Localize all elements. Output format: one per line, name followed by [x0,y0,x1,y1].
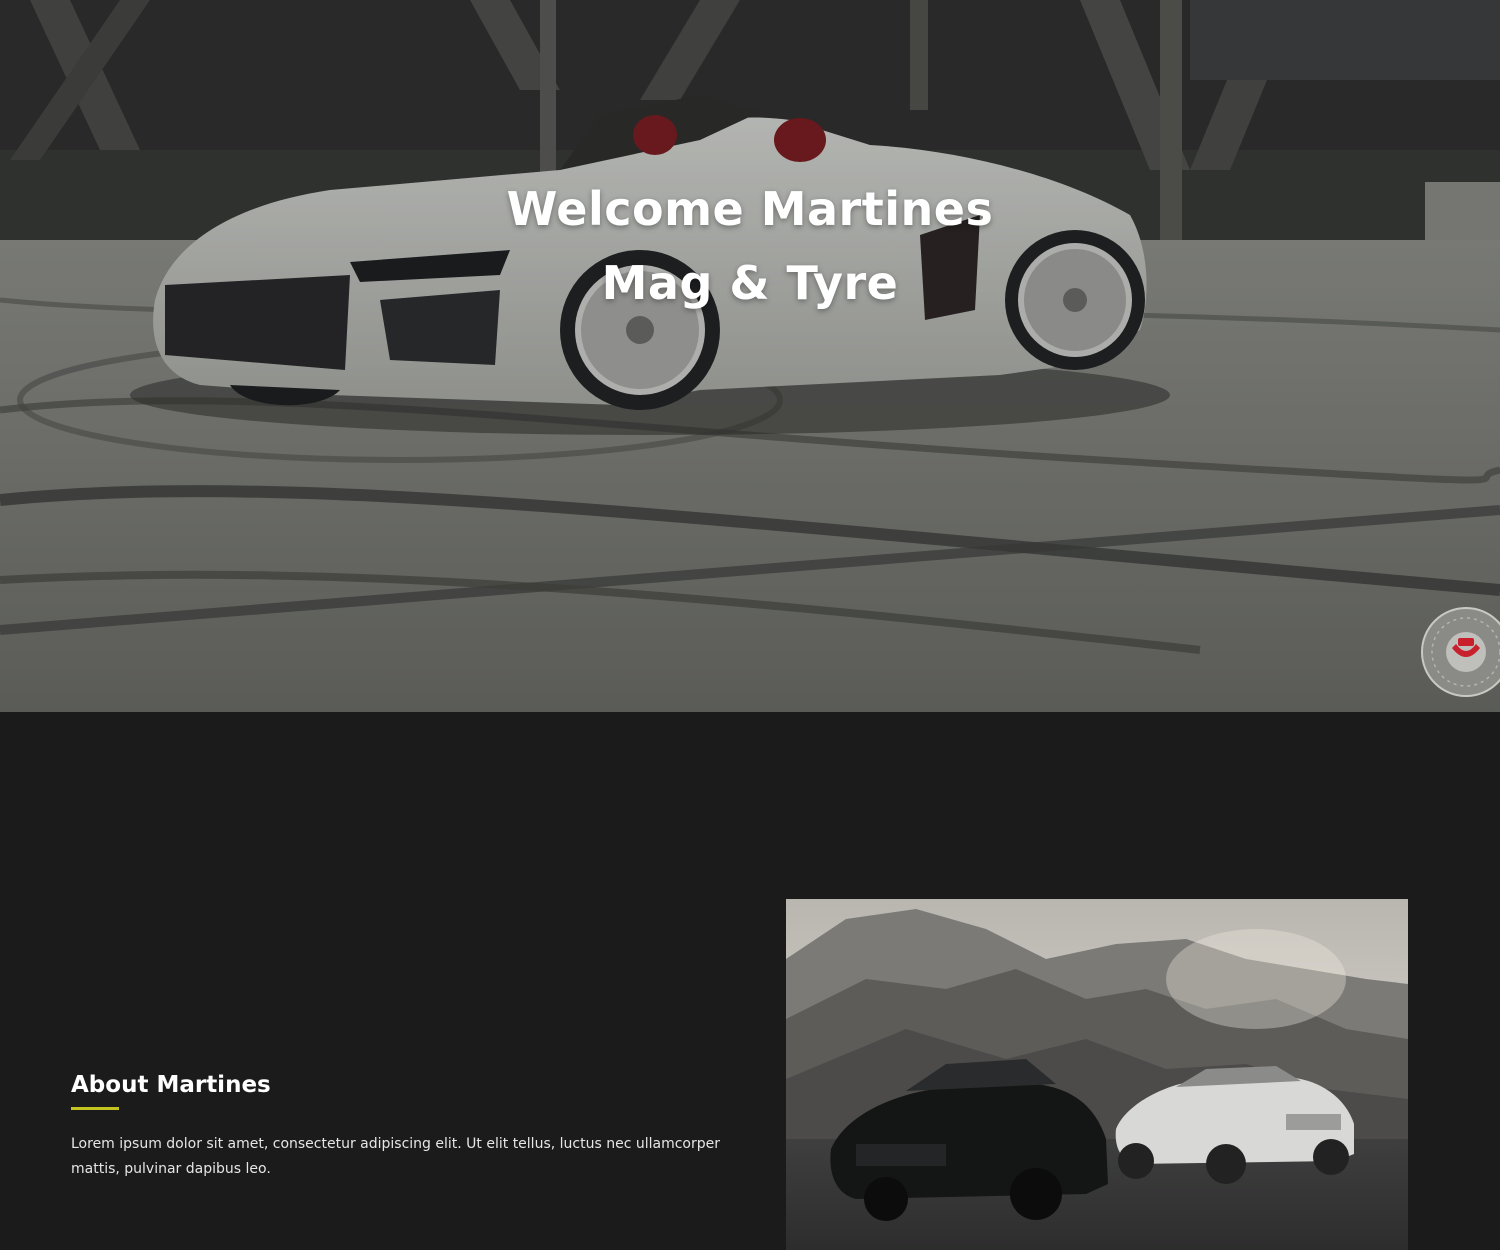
about-image [786,899,1408,1250]
brand-seal-icon[interactable] [1418,604,1500,700]
about-body-text: Lorem ipsum dolor sit amet, consectetur … [71,1136,720,1177]
hero-title-line-2: Mag & Tyre [601,256,899,310]
hero-section: Welcome Martines Mag & Tyre [0,0,1500,712]
hero-title: Welcome Martines Mag & Tyre [0,172,1500,320]
about-section: About Martines Lorem ipsum dolor sit ame… [0,712,1500,1250]
sedans-mountain-photo [786,899,1408,1250]
about-heading-underline [71,1107,119,1110]
hero-overlay [0,0,1500,712]
hero-title-line-1: Welcome Martines [506,182,994,236]
about-heading: About Martines [71,1072,271,1098]
